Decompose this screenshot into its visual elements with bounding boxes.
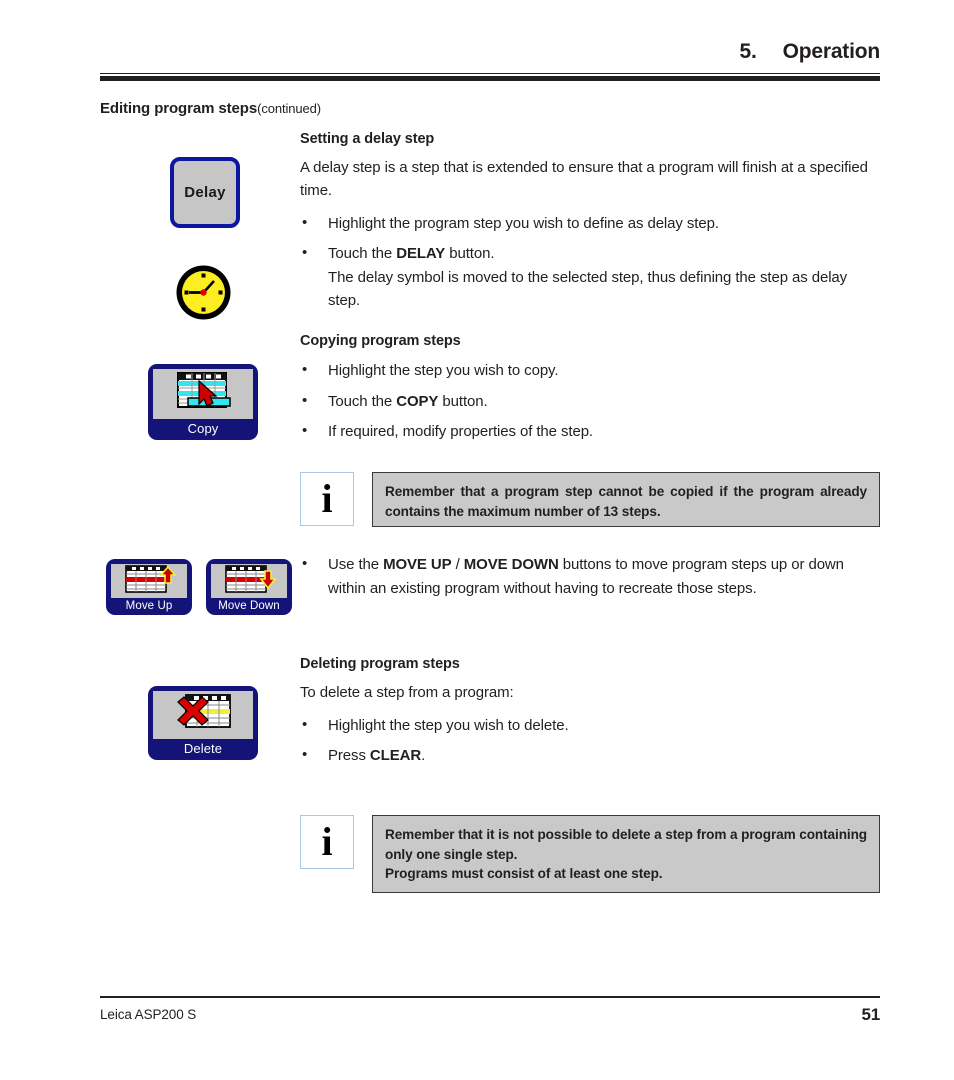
header-rule-thin: [100, 73, 880, 74]
info-icon: i: [300, 472, 354, 526]
delay-text-block: Setting a delay step A delay step is a s…: [300, 130, 882, 320]
move-bullet-prefix: Use the: [328, 556, 384, 573]
copy-table-arrow-icon: [172, 370, 234, 419]
note-content: Remember that a program step cannot be c…: [372, 472, 880, 527]
copy-heading: Copying program steps: [300, 333, 461, 349]
delete-bullet-2-prefix: Press: [328, 747, 370, 765]
header-rule-thick: [100, 76, 880, 81]
footer-rule: [100, 996, 880, 998]
section-title: Editing program steps(continued): [100, 100, 321, 117]
list-item: Highlight the step you wish to delete.: [300, 713, 882, 738]
delete-bullet-2-suffix: .: [421, 747, 426, 765]
move-up-button-label: Move Up: [125, 600, 173, 612]
move-bullet-separator: /: [451, 556, 464, 573]
move-up-button-face: [111, 564, 187, 598]
delay-button-reference: DELAY: [396, 245, 446, 263]
copy-button-label: Copy: [187, 421, 219, 436]
info-icon: i: [300, 815, 354, 869]
chapter-title: Operation: [782, 40, 881, 63]
delay-button-label: Delay: [184, 184, 226, 201]
delay-bullet-2-prefix: Touch the: [328, 245, 397, 263]
delete-text-block: Deleting program steps To delete a step …: [300, 655, 882, 775]
list-item: Use the MOVE UP / MOVE DOWN buttons to m…: [300, 552, 882, 600]
delete-heading: Deleting program steps: [300, 656, 460, 672]
copy-bullet-3: If required, modify properties of the st…: [328, 423, 594, 441]
list-item: Touch the DELAY button. The delay symbol …: [300, 241, 882, 313]
move-down-table-arrow-icon: [221, 563, 277, 600]
list-item: Press CLEAR.: [300, 743, 882, 768]
delete-bullet-list: Highlight the step you wish to delete. P…: [300, 713, 882, 768]
delay-bullet-2-line2: The delay symbol is moved to the selecte…: [328, 268, 848, 310]
move-down-button-label: Move Down: [218, 600, 280, 612]
delay-bullet-list: Highlight the program step you wish to d…: [300, 211, 882, 313]
copy-button-face: [153, 369, 253, 419]
info-icon-glyph: i: [321, 819, 333, 864]
list-item: If required, modify properties of the st…: [300, 419, 882, 444]
note2-line2: Programs must consist of at least one st…: [385, 866, 663, 882]
delay-heading: Setting a delay step: [300, 131, 435, 147]
delete-button-label: Delete: [183, 741, 223, 756]
copy-bullet-list: Highlight the step you wish to copy. Tou…: [300, 358, 882, 444]
chapter-number: 5.: [739, 40, 757, 63]
copy-bullet-2-prefix: Touch the: [328, 392, 397, 410]
list-item: Touch the COPY button.: [300, 389, 882, 414]
list-item: Highlight the step you wish to copy.: [300, 358, 882, 383]
copy-text-block: Copying program steps Highlight the step…: [300, 332, 882, 451]
footer-product-name: Leica ASP200 S: [100, 1007, 197, 1022]
note1-text: Remember that a program step cannot be c…: [385, 484, 867, 519]
delete-bullet-1: Highlight the step you wish to delete.: [328, 716, 569, 734]
section-title-continued: (continued): [257, 101, 322, 116]
page-title: 5. Operation: [739, 40, 880, 64]
list-item: Highlight the program step you wish to d…: [300, 211, 882, 236]
move-bullet-list: Use the MOVE UP / MOVE DOWN buttons to m…: [300, 552, 882, 600]
copy-bullet-2-suffix: button.: [438, 392, 488, 410]
delay-bullet-1: Highlight the program step you wish to d…: [328, 214, 719, 232]
move-up-touch-button[interactable]: Move Up: [106, 559, 192, 615]
move-down-button-face: [211, 564, 287, 598]
move-down-reference: MOVE DOWN: [463, 556, 559, 573]
clock-delay-symbol-icon: [175, 264, 232, 321]
page-header: 5. Operation: [100, 40, 880, 81]
move-up-table-arrow-icon: [121, 563, 177, 600]
section-title-text: Editing program steps: [100, 100, 258, 117]
delay-paragraph: A delay step is a step that is extended …: [300, 159, 868, 199]
note-content: Remember that it is not possible to dele…: [372, 815, 880, 893]
copy-button-reference: COPY: [396, 392, 439, 410]
delete-button-face: [153, 691, 253, 739]
copy-touch-button[interactable]: Copy: [148, 364, 258, 440]
delay-touch-button[interactable]: Delay: [170, 157, 240, 228]
move-text-block: Use the MOVE UP / MOVE DOWN buttons to m…: [300, 552, 882, 607]
page-number: 51: [861, 1005, 880, 1024]
move-down-touch-button[interactable]: Move Down: [206, 559, 292, 615]
info-icon-glyph: i: [321, 476, 333, 521]
delay-bullet-2-suffix: button.: [445, 245, 495, 263]
copy-bullet-1: Highlight the step you wish to copy.: [328, 362, 559, 380]
delete-paragraph: To delete a step from a program:: [300, 684, 514, 702]
move-up-reference: MOVE UP: [383, 556, 452, 573]
note2-line1: Remember that it is not possible to dele…: [385, 827, 867, 862]
delete-table-cross-icon: [172, 692, 234, 739]
delete-touch-button[interactable]: Delete: [148, 686, 258, 760]
clear-key-reference: CLEAR: [369, 747, 422, 765]
